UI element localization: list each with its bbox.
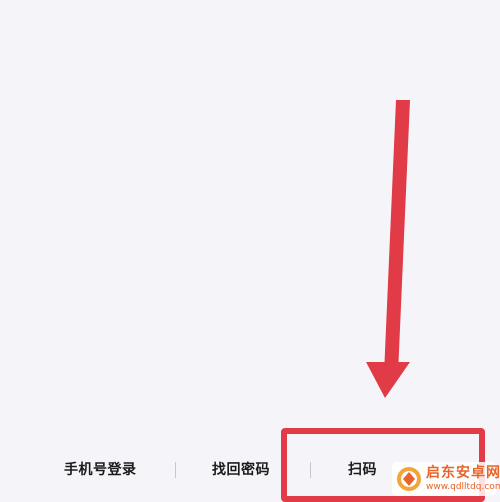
find-password-link[interactable]: 找回密码 [212, 460, 270, 480]
site-watermark: 启东安卓网 www.qdlltdq.com [392, 462, 500, 496]
phone-login-link[interactable]: 手机号登录 [64, 460, 137, 480]
arrow-shaft [384, 100, 410, 374]
annotation-arrow [366, 100, 410, 398]
scan-login-link[interactable]: 扫码 [348, 460, 377, 480]
login-screen: 手机号登录 找回密码 扫码 启东安卓网 www.qdlltdq.com [0, 0, 500, 502]
arrow-head [366, 362, 410, 398]
divider [310, 462, 311, 478]
watermark-site-name: 启东安卓网 [426, 465, 500, 481]
qidong-logo-icon [397, 467, 421, 491]
watermark-site-url: www.qdlltdq.com [426, 482, 500, 492]
divider [175, 462, 176, 478]
